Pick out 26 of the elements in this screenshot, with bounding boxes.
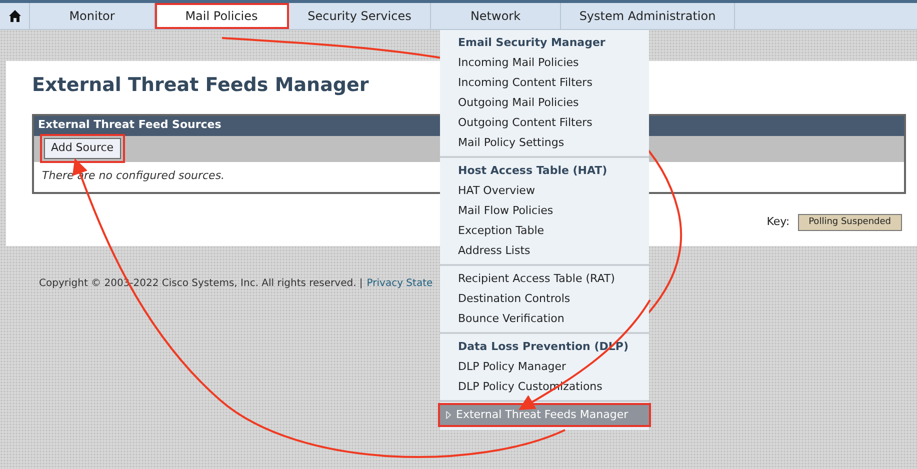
menu-item[interactable]: Address Lists [440,241,649,261]
menu-item[interactable]: Bounce Verification [440,309,649,329]
menu-item[interactable]: Destination Controls [440,289,649,309]
nav-tab[interactable]: System Administration [561,3,735,29]
nav-tab[interactable]: Mail Policies [155,3,289,29]
menu-item[interactable]: Outgoing Content Filters [440,113,649,133]
menu-item[interactable]: HAT Overview [440,181,649,201]
menu-item[interactable]: DLP Policy Manager [440,357,649,377]
menu-item[interactable]: Incoming Content Filters [440,73,649,93]
page-title: External Threat Feeds Manager [32,73,369,98]
status-badge: Polling Suspended [798,214,902,231]
home-icon [8,9,22,23]
privacy-link[interactable]: Privacy State [366,276,433,291]
triangle-icon [446,411,451,419]
menu-heading: Host Access Table (HAT) [457,162,608,179]
menu-item[interactable]: Incoming Mail Policies [440,53,649,73]
menu-item[interactable]: Mail Policy Settings [440,133,649,153]
add-source-button[interactable]: Add Source [44,138,121,159]
nav-tab[interactable]: Security Services [289,3,431,29]
menu-item[interactable]: Recipient Access Table (RAT) [440,269,649,289]
menu-item[interactable]: Exception Table [440,221,649,241]
nav-tab[interactable]: Network [431,3,561,29]
key-label: Key: [766,214,790,230]
menu-heading: Email Security Manager [457,34,606,51]
menu-item[interactable]: Outgoing Mail Policies [440,93,649,113]
menu-item[interactable]: Mail Flow Policies [440,201,649,221]
